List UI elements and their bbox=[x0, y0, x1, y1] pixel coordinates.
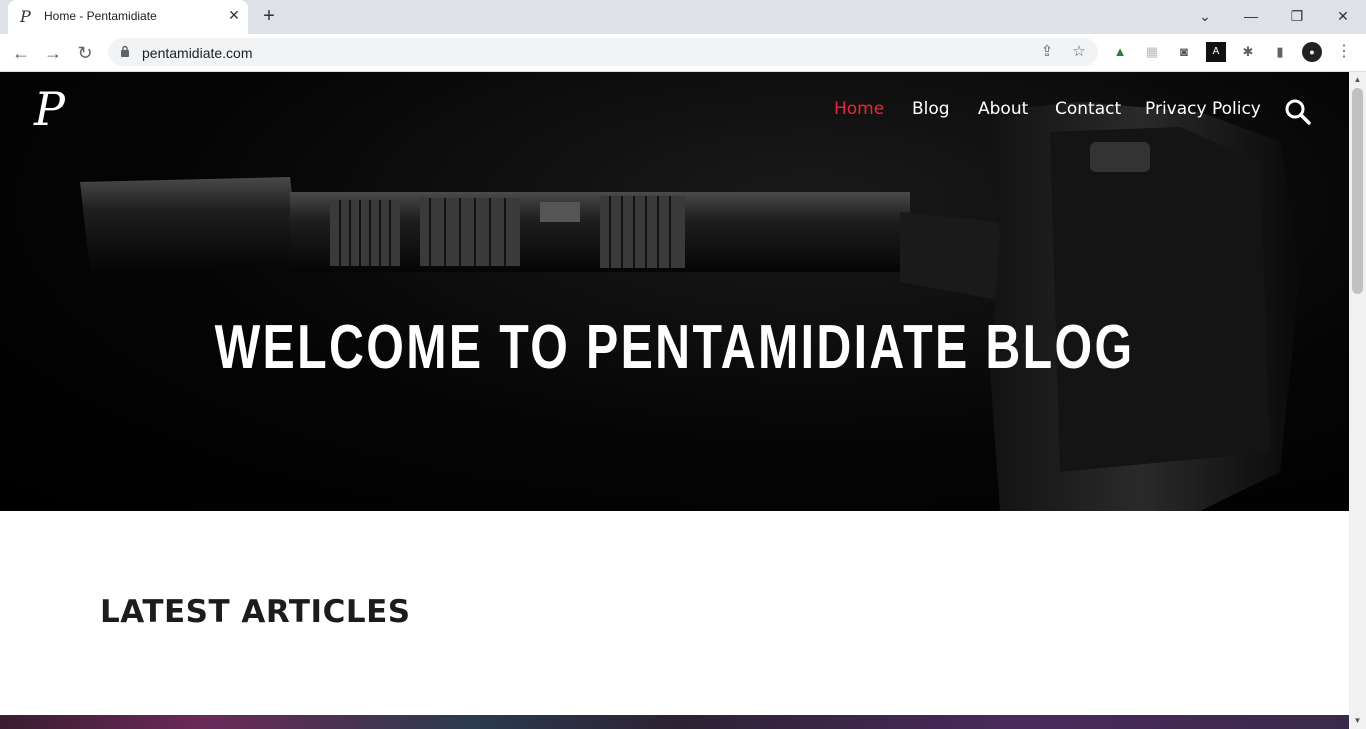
tab-close-icon[interactable]: ✕ bbox=[226, 7, 242, 23]
article-thumbnail-strip[interactable] bbox=[0, 715, 1349, 729]
minimize-button[interactable]: — bbox=[1239, 5, 1263, 27]
html-extension-icon[interactable]: ▲ bbox=[1110, 42, 1130, 62]
scroll-up-icon[interactable]: ▲ bbox=[1352, 74, 1363, 86]
extension-icon[interactable]: ▦ bbox=[1142, 42, 1162, 62]
close-window-button[interactable]: ✕ bbox=[1331, 5, 1355, 27]
star-icon[interactable]: ☆ bbox=[1070, 43, 1088, 61]
nav-privacy-policy[interactable]: Privacy Policy bbox=[1145, 99, 1261, 119]
scrollbar-thumb[interactable] bbox=[1352, 88, 1363, 294]
tab-title: Home - Pentamidiate bbox=[44, 9, 157, 23]
latest-articles-heading: LATEST ARTICLES bbox=[100, 594, 411, 630]
search-icon[interactable] bbox=[1284, 98, 1312, 126]
tab-search-icon[interactable]: ⌄ bbox=[1193, 5, 1217, 27]
site-favicon-icon: P bbox=[20, 7, 31, 26]
page-viewport: P Home Blog About Contact Privacy Policy… bbox=[0, 72, 1349, 729]
url-text: pentamidiate.com bbox=[142, 45, 253, 61]
camera-extension-icon[interactable]: ◙ bbox=[1174, 42, 1194, 62]
nav-about[interactable]: About bbox=[978, 99, 1028, 119]
profile-avatar[interactable]: ● bbox=[1302, 42, 1322, 62]
lock-icon bbox=[121, 45, 129, 57]
hero-banner: P Home Blog About Contact Privacy Policy… bbox=[0, 72, 1349, 511]
restore-button[interactable]: ❐ bbox=[1285, 5, 1309, 27]
dark-extension-icon[interactable]: A bbox=[1206, 42, 1226, 62]
share-icon[interactable]: ⇪ bbox=[1038, 43, 1056, 61]
address-bar[interactable]: pentamidiate.com ⇪ ☆ bbox=[108, 38, 1098, 66]
puzzle-icon[interactable]: ✱ bbox=[1238, 42, 1258, 62]
nav-contact[interactable]: Contact bbox=[1055, 99, 1121, 119]
forward-arrow-icon[interactable]: → bbox=[42, 42, 64, 64]
back-arrow-icon[interactable]: ← bbox=[10, 42, 32, 64]
site-logo[interactable]: P bbox=[34, 84, 88, 134]
nav-blog[interactable]: Blog bbox=[912, 99, 950, 119]
page-scrollbar[interactable]: ▲ ▼ bbox=[1349, 72, 1366, 729]
hero-title: WELCOME TO PENTAMIDIATE BLOG bbox=[214, 313, 1135, 382]
browser-toolbar: ← → ↻ pentamidiate.com ⇪ ☆ ▲ ▦ ◙ A ✱ ▮ ●… bbox=[0, 34, 1366, 72]
kebab-menu-icon[interactable]: ⋮ bbox=[1334, 42, 1354, 62]
side-panel-icon[interactable]: ▮ bbox=[1270, 42, 1290, 62]
tab-strip: P Home - Pentamidiate ✕ + ⌄ — ❐ ✕ bbox=[0, 0, 1366, 34]
reload-icon[interactable]: ↻ bbox=[74, 42, 96, 64]
tab-home[interactable]: P Home - Pentamidiate ✕ bbox=[8, 0, 248, 34]
camera-lens-image bbox=[80, 102, 1300, 511]
scroll-down-icon[interactable]: ▼ bbox=[1352, 715, 1363, 727]
nav-home[interactable]: Home bbox=[834, 99, 884, 119]
new-tab-button[interactable]: + bbox=[258, 6, 280, 28]
